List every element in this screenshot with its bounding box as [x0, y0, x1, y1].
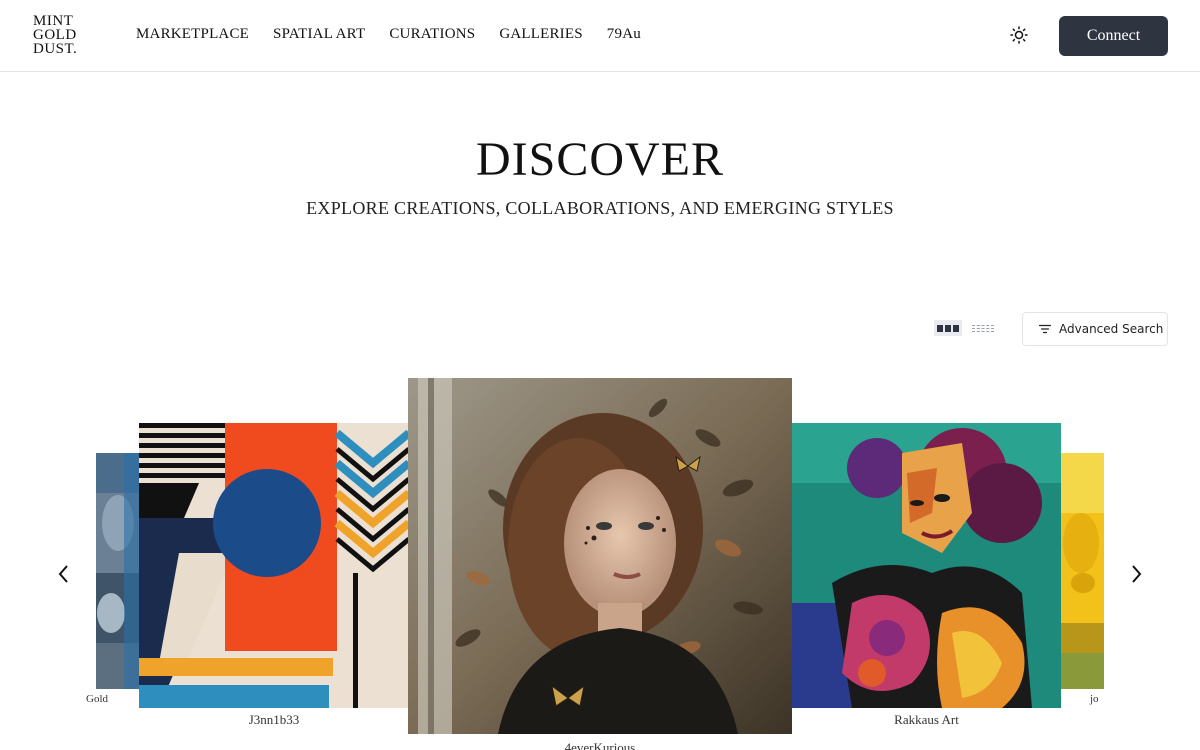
page-subtitle: EXPLORE CREATIONS, COLLABORATIONS, AND E…	[306, 198, 894, 218]
logo-line-2: GOLD	[33, 27, 77, 43]
main-nav: MARKETPLACE SPATIAL ART CURATIONS GALLER…	[136, 26, 641, 43]
filter-icon	[1039, 324, 1051, 334]
advanced-search-label: Advanced Search	[1059, 322, 1164, 336]
artwork-card-2[interactable]	[139, 423, 409, 708]
sun-icon[interactable]	[1008, 24, 1030, 46]
site-header: MINT GOLD DUST. MARKETPLACE SPATIAL ART …	[0, 0, 1200, 72]
grid-view-icon[interactable]	[934, 320, 962, 336]
artist-name-3: 4everKurious	[564, 740, 636, 750]
connect-button[interactable]: Connect	[1059, 16, 1168, 56]
nav-spatial-art[interactable]: SPATIAL ART	[273, 26, 365, 43]
logo-line-3: DUST.	[33, 41, 78, 57]
artwork-carousel: Gold J3nn1b33 4everKurious Rakkaus Art j…	[0, 370, 1200, 750]
nav-marketplace[interactable]: MARKETPLACE	[136, 26, 249, 43]
artist-name-2: J3nn1b33	[248, 712, 300, 727]
nav-galleries[interactable]: GALLERIES	[499, 26, 582, 43]
page-title: DISCOVER	[475, 133, 725, 186]
artwork-card-5[interactable]	[1061, 453, 1104, 689]
nav-curations[interactable]: CURATIONS	[389, 26, 475, 43]
artwork-card-1[interactable]	[96, 453, 140, 689]
chevron-right-icon[interactable]	[1124, 562, 1148, 586]
artwork-card-4[interactable]	[792, 423, 1061, 708]
mint-gold-dust-logo[interactable]: MINT GOLD DUST.	[33, 13, 89, 57]
artist-name-5: jo	[1090, 693, 1099, 705]
nav-79au[interactable]: 79Au	[607, 26, 641, 43]
chevron-left-icon[interactable]	[52, 562, 76, 586]
logo-line-1: MINT	[33, 13, 74, 29]
artist-name-4: Rakkaus Art	[894, 712, 959, 727]
list-view-icon[interactable]	[972, 320, 996, 336]
advanced-search-button[interactable]: Advanced Search	[1022, 312, 1168, 346]
artwork-card-3[interactable]	[408, 378, 792, 734]
artist-name-1: Gold	[86, 693, 108, 705]
